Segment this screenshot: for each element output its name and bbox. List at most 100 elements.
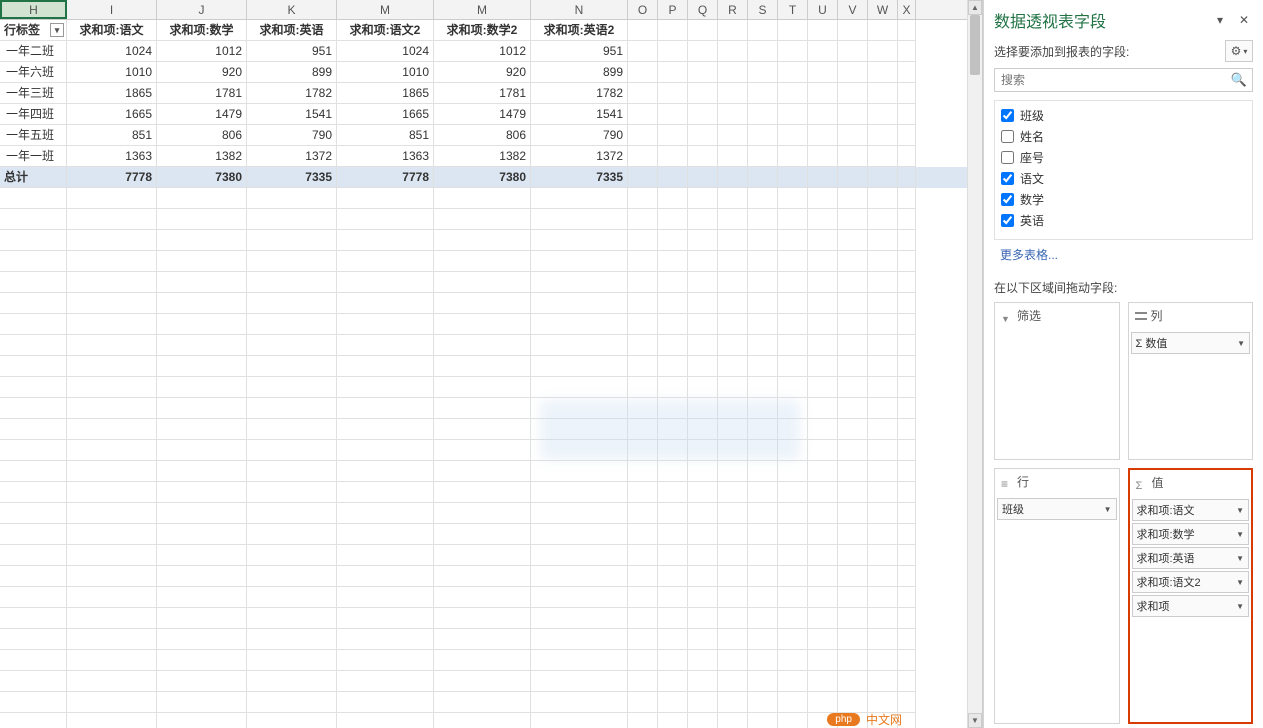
cell[interactable] (718, 608, 748, 629)
cell[interactable] (748, 272, 778, 293)
cell[interactable] (868, 20, 898, 41)
cell[interactable] (531, 293, 628, 314)
cell[interactable] (718, 377, 748, 398)
cell[interactable]: 一年六班 (0, 62, 67, 83)
cell[interactable] (898, 251, 916, 272)
cell[interactable] (157, 503, 247, 524)
cell[interactable] (748, 377, 778, 398)
cell[interactable] (868, 188, 898, 209)
cell[interactable] (748, 293, 778, 314)
cell[interactable] (434, 314, 531, 335)
cell[interactable] (688, 566, 718, 587)
cell[interactable] (628, 188, 658, 209)
cell[interactable] (688, 230, 718, 251)
cell[interactable] (868, 167, 898, 188)
cell[interactable] (337, 377, 434, 398)
cell[interactable] (67, 629, 157, 650)
cell[interactable] (808, 587, 838, 608)
cell[interactable] (337, 293, 434, 314)
cell[interactable] (688, 20, 718, 41)
cell[interactable] (868, 125, 898, 146)
cell[interactable] (838, 41, 868, 62)
cell[interactable] (247, 314, 337, 335)
cell[interactable] (898, 566, 916, 587)
cell[interactable] (838, 293, 868, 314)
cell[interactable] (838, 125, 868, 146)
cell[interactable] (247, 566, 337, 587)
cell[interactable] (748, 650, 778, 671)
chevron-down-icon[interactable]: ▼ (1236, 554, 1244, 563)
cell[interactable] (898, 230, 916, 251)
cell[interactable] (778, 524, 808, 545)
cell[interactable] (838, 587, 868, 608)
cell[interactable] (688, 83, 718, 104)
cell[interactable]: 1012 (434, 41, 531, 62)
cell[interactable] (868, 440, 898, 461)
cell[interactable] (868, 587, 898, 608)
cell[interactable] (688, 188, 718, 209)
cell[interactable] (434, 377, 531, 398)
column-header-M[interactable]: M (337, 0, 434, 19)
cell[interactable] (157, 692, 247, 713)
cell[interactable] (434, 671, 531, 692)
cell[interactable] (531, 608, 628, 629)
cell[interactable] (868, 314, 898, 335)
cell[interactable] (247, 503, 337, 524)
cell[interactable] (247, 545, 337, 566)
cell[interactable] (838, 356, 868, 377)
cell[interactable] (658, 713, 688, 728)
cell[interactable] (778, 314, 808, 335)
cell[interactable] (898, 692, 916, 713)
cell[interactable] (838, 482, 868, 503)
cell[interactable] (658, 62, 688, 83)
cell[interactable] (898, 629, 916, 650)
cell[interactable] (808, 377, 838, 398)
cell[interactable] (0, 335, 67, 356)
cell[interactable] (688, 104, 718, 125)
cell[interactable] (748, 356, 778, 377)
cell[interactable] (157, 314, 247, 335)
chevron-down-icon[interactable]: ▼ (1236, 530, 1244, 539)
vertical-scrollbar[interactable]: ▲ ▼ (967, 0, 982, 728)
field-item-数学[interactable]: 数学 (995, 189, 1252, 210)
cell[interactable] (898, 62, 916, 83)
field-checkbox[interactable] (1001, 151, 1014, 164)
cell[interactable] (868, 62, 898, 83)
cell[interactable] (898, 83, 916, 104)
cell[interactable] (838, 629, 868, 650)
cell[interactable] (531, 209, 628, 230)
cell[interactable] (67, 377, 157, 398)
cell[interactable] (658, 125, 688, 146)
cell[interactable]: 790 (531, 125, 628, 146)
cell[interactable] (808, 251, 838, 272)
cell[interactable] (688, 41, 718, 62)
cell[interactable] (808, 608, 838, 629)
cell[interactable]: 1541 (531, 104, 628, 125)
cell[interactable] (868, 230, 898, 251)
cell[interactable] (337, 209, 434, 230)
column-header-H[interactable]: H (0, 0, 67, 19)
cell[interactable] (808, 419, 838, 440)
cell[interactable] (157, 440, 247, 461)
cell[interactable] (247, 524, 337, 545)
cell[interactable] (434, 356, 531, 377)
cell[interactable] (337, 419, 434, 440)
cell[interactable] (247, 650, 337, 671)
cell[interactable] (838, 524, 868, 545)
cell[interactable] (898, 440, 916, 461)
cell[interactable] (658, 545, 688, 566)
cell[interactable] (434, 419, 531, 440)
cell[interactable] (247, 209, 337, 230)
cell[interactable] (718, 20, 748, 41)
cell[interactable] (658, 482, 688, 503)
values-area[interactable]: 值 求和项:语文▼求和项:数学▼求和项:英语▼求和项:语文2▼求和项▼ (1128, 468, 1254, 724)
cell[interactable] (531, 251, 628, 272)
cell[interactable] (658, 377, 688, 398)
cell[interactable] (718, 524, 748, 545)
cell[interactable] (778, 251, 808, 272)
cell[interactable] (531, 650, 628, 671)
cell[interactable] (838, 419, 868, 440)
cell[interactable] (157, 209, 247, 230)
cell[interactable] (628, 230, 658, 251)
cell[interactable] (808, 293, 838, 314)
